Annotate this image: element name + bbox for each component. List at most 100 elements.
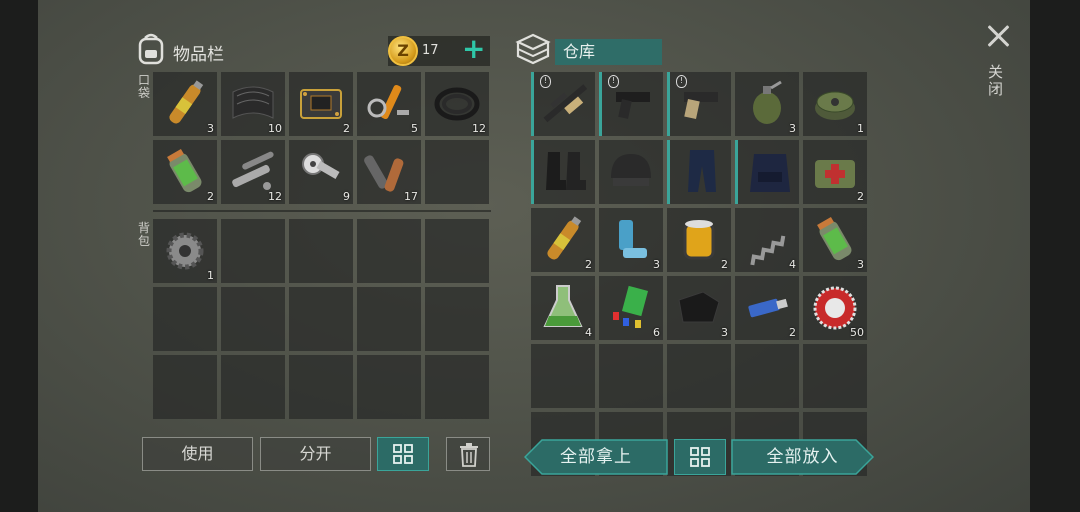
leather-icon — [678, 291, 720, 323]
ampoule-icon — [547, 216, 582, 260]
backpack-slot[interactable]: 1 — [153, 219, 217, 283]
pocket-slot[interactable]: 9 — [289, 140, 353, 204]
storage-slot[interactable]: ! — [667, 72, 731, 136]
item-quantity: 2 — [343, 122, 350, 135]
take-all-button[interactable]: 全部拿上 — [524, 439, 668, 475]
pocket-slot[interactable]: 5 — [357, 72, 421, 136]
landmine-icon — [815, 91, 855, 120]
item-quantity: 2 — [585, 258, 592, 271]
spring-icon — [750, 235, 786, 266]
pocket-slot[interactable]: 12 — [425, 72, 489, 136]
storage-slot[interactable]: 1 — [803, 72, 867, 136]
medicine-vial-icon — [817, 216, 852, 261]
item-quantity: 1 — [207, 269, 214, 282]
coin-count: 17 — [422, 43, 439, 58]
pocket-slot[interactable] — [425, 140, 489, 204]
storage-slot[interactable]: 3 — [803, 208, 867, 272]
item-quantity: 9 — [343, 190, 350, 203]
sort-storage-button[interactable] — [674, 439, 726, 475]
storage-slot[interactable] — [599, 344, 663, 408]
grenade-icon — [753, 80, 782, 124]
inventory-title: 物品栏 — [173, 45, 224, 65]
backpack-slot[interactable] — [153, 287, 217, 351]
backpack-icon — [138, 33, 164, 65]
backpack-slot[interactable] — [221, 355, 285, 419]
backpack-slot[interactable] — [289, 219, 353, 283]
hydraulic-parts-icon — [367, 84, 409, 120]
circuit-board-icon — [300, 89, 342, 119]
pocket-slot[interactable]: 3 — [153, 72, 217, 136]
item-quantity: 12 — [268, 190, 282, 203]
split-button[interactable]: 分开 — [260, 437, 371, 471]
coin-balance: Z 17 + — [388, 34, 490, 66]
storage-slot[interactable]: 4 — [531, 276, 595, 340]
storage-slot[interactable]: ! — [531, 72, 595, 136]
tactical-vest-icon — [750, 154, 790, 192]
put-all-button[interactable]: 全部放入 — [731, 439, 874, 475]
pocket-slot[interactable]: 17 — [357, 140, 421, 204]
put-all-label: 全部放入 — [766, 447, 839, 467]
storage-slot[interactable] — [531, 344, 595, 408]
use-button[interactable]: 使用 — [142, 437, 253, 471]
storage-slot[interactable] — [667, 344, 731, 408]
backpack-slot[interactable] — [357, 355, 421, 419]
storage-slot[interactable]: 6 — [599, 276, 663, 340]
storage-slot[interactable]: 50 — [803, 276, 867, 340]
pocket-slot[interactable]: 2 — [289, 72, 353, 136]
item-quantity: 17 — [404, 190, 418, 203]
item-quantity: 4 — [789, 258, 796, 271]
storage-slot[interactable]: 2 — [803, 140, 867, 204]
right-bezel — [1030, 0, 1080, 512]
backpack-slot[interactable] — [425, 355, 489, 419]
item-quantity: 2 — [721, 258, 728, 271]
backpack-slot[interactable] — [357, 219, 421, 283]
backpack-slot[interactable] — [425, 287, 489, 351]
storage-slot[interactable] — [599, 140, 663, 204]
storage-slot[interactable] — [735, 140, 799, 204]
backpack-slot[interactable] — [425, 219, 489, 283]
backpack-label: 背包 — [138, 221, 151, 248]
inhaler-icon — [619, 220, 647, 258]
item-quantity: 2 — [207, 190, 214, 203]
pants-icon — [688, 150, 716, 192]
storage-slot[interactable]: 3 — [599, 208, 663, 272]
storage-slot[interactable] — [667, 140, 731, 204]
backpack-slot[interactable] — [153, 355, 217, 419]
pocket-slot[interactable]: 10 — [221, 72, 285, 136]
sort-inventory-button[interactable] — [377, 437, 429, 471]
backpack-slot[interactable] — [289, 355, 353, 419]
storage-slot[interactable]: 2 — [667, 208, 731, 272]
storage-slot[interactable] — [531, 140, 595, 204]
storage-slot[interactable] — [803, 344, 867, 408]
gear-icon — [166, 232, 204, 270]
ampoule-icon — [169, 80, 204, 124]
item-quantity: 3 — [721, 326, 728, 339]
pocket-slot[interactable]: 12 — [221, 140, 285, 204]
item-quantity: 12 — [472, 122, 486, 135]
item-quantity: 2 — [857, 190, 864, 203]
grid-icon — [393, 444, 413, 464]
shield-badge-icon: ! — [676, 75, 687, 88]
left-bezel — [0, 0, 38, 512]
item-quantity: 3 — [207, 122, 214, 135]
storage-slot[interactable]: 2 — [531, 208, 595, 272]
storage-slot[interactable]: ! — [599, 72, 663, 136]
chemical-flask-icon — [543, 285, 583, 327]
first-aid-bag-icon — [815, 160, 855, 188]
close-label: 关闭 — [988, 63, 1005, 98]
backpack-slot[interactable] — [221, 219, 285, 283]
backpack-slot[interactable] — [357, 287, 421, 351]
pocket-slot[interactable]: 2 — [153, 140, 217, 204]
close-icon[interactable] — [985, 22, 1013, 50]
backpack-slot[interactable] — [289, 287, 353, 351]
storage-slot[interactable]: 2 — [735, 276, 799, 340]
storage-slot[interactable]: 3 — [735, 72, 799, 136]
trash-button[interactable] — [446, 437, 490, 471]
storage-slot[interactable]: 4 — [735, 208, 799, 272]
storage-slot[interactable] — [735, 344, 799, 408]
backpack-slot[interactable] — [221, 287, 285, 351]
item-quantity: 5 — [411, 122, 418, 135]
add-coins-button[interactable]: + — [462, 34, 485, 64]
storage-slot[interactable]: 3 — [667, 276, 731, 340]
item-quantity: 2 — [789, 326, 796, 339]
